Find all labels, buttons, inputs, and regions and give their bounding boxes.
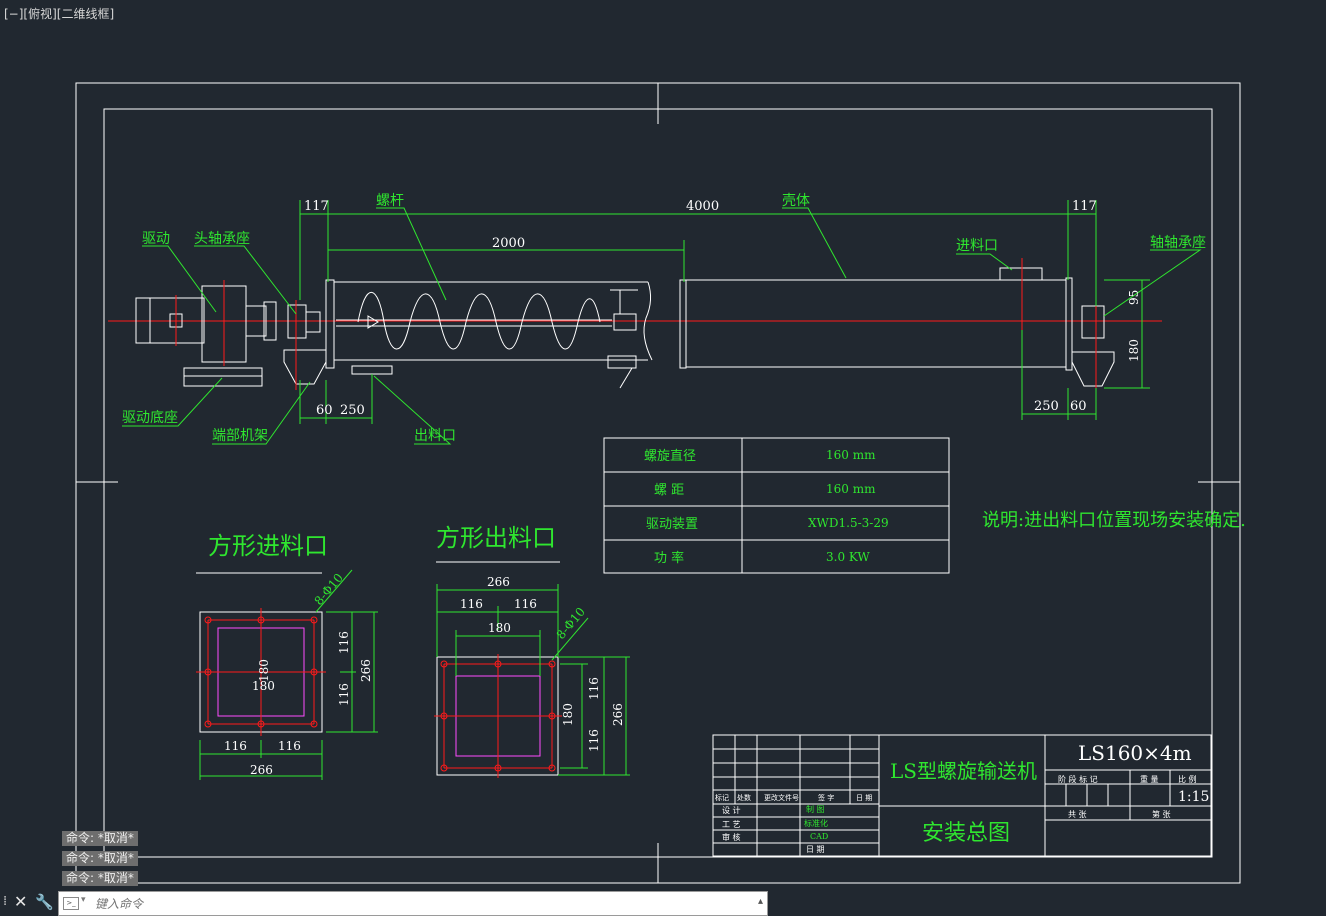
spec-label-3: 驱动装置 bbox=[646, 517, 698, 532]
drawing-canvas[interactable]: 117 4000 117 2000 60 250 250 60 95 180 螺… bbox=[0, 0, 1326, 888]
rev-header-date: 日 期 bbox=[856, 794, 872, 802]
scale-header-weight: 重 量 bbox=[1140, 774, 1159, 784]
inlet-dim-116a: 116 bbox=[224, 739, 247, 753]
inlet-dim-right-116a: 116 bbox=[337, 631, 351, 654]
square-inlet-detail: 方形进料口 8-Φ10 116 116 266 116 116 266 180 … bbox=[196, 532, 378, 780]
role-designer: 设 计 bbox=[722, 805, 741, 815]
rev-header-sign: 签 字 bbox=[818, 793, 834, 802]
callout-tail-bearing: 轴轴承座 bbox=[1150, 235, 1206, 251]
dim-250-left: 250 bbox=[340, 403, 365, 418]
dim-180: 180 bbox=[1127, 339, 1141, 362]
inlet-hole-note: 8-Φ10 bbox=[312, 571, 346, 608]
inlet-dim-right-266: 266 bbox=[359, 659, 373, 682]
command-input-box[interactable]: >_ ▾ ▴ bbox=[58, 891, 768, 916]
chevron-down-icon[interactable]: ▾ bbox=[81, 895, 86, 905]
inlet-dim-right-116b: 116 bbox=[337, 683, 351, 706]
inlet-flange bbox=[999, 258, 1043, 330]
spec-value-1: 160 mm bbox=[826, 448, 876, 462]
spec-label-4: 功 率 bbox=[654, 550, 684, 566]
conveyor-shell bbox=[325, 277, 1073, 371]
title-block: LS型螺旋输送机 安装总图 LS160×4m 1:15 阶 段 标 记 重 量 … bbox=[712, 734, 1212, 857]
sign-cad: CAD bbox=[810, 832, 828, 841]
outlet-dim-right-266: 266 bbox=[611, 703, 625, 726]
outlet-dim-right-116a: 116 bbox=[587, 677, 601, 700]
command-history-line-2: 命令: *取消* bbox=[62, 851, 138, 866]
sign-standard: 标准化 bbox=[804, 818, 828, 828]
spec-label-1: 螺旋直径 bbox=[644, 449, 696, 464]
scale-header-scale: 比 例 bbox=[1178, 774, 1197, 784]
outlet-dim-116a: 116 bbox=[460, 597, 483, 611]
rev-header-mark: 标记 bbox=[715, 793, 729, 802]
outlet-dim-right-116b: 116 bbox=[587, 729, 601, 752]
callout-drive-base: 驱动底座 bbox=[122, 410, 178, 426]
outlet-dim-180v: 180 bbox=[561, 703, 575, 726]
title-block-scale: 1:15 bbox=[1178, 789, 1209, 805]
spec-value-4: 3.0 KW bbox=[826, 550, 870, 564]
installation-note: 说明:进出料口位置现场安装确定. bbox=[982, 510, 1246, 531]
dim-60-left: 60 bbox=[316, 403, 333, 418]
callout-drive: 驱动 bbox=[142, 231, 170, 247]
spec-label-2: 螺 距 bbox=[654, 483, 684, 498]
sheet-total: 共 张 bbox=[1068, 810, 1087, 819]
callout-end-frame: 端部机架 bbox=[212, 428, 268, 444]
title-block-model: LS160×4m bbox=[1078, 741, 1192, 765]
scale-header-stage: 阶 段 标 记 bbox=[1058, 774, 1098, 784]
dim-95: 95 bbox=[1127, 290, 1141, 305]
rev-header-doc: 更改文件号 bbox=[764, 793, 799, 802]
dim-4000: 4000 bbox=[686, 199, 719, 214]
spec-value-2: 160 mm bbox=[826, 482, 876, 496]
dim-117-left: 117 bbox=[304, 199, 329, 214]
command-line-bar: ⁞ ✕ 🔧 >_ ▾ ▴ bbox=[0, 889, 1326, 916]
command-prompt-icon[interactable]: >_ bbox=[63, 897, 79, 910]
dim-60-right: 60 bbox=[1070, 399, 1087, 414]
inlet-dim-116b: 116 bbox=[278, 739, 301, 753]
square-inlet-title: 方形进料口 bbox=[208, 532, 328, 560]
role-reviewer: 审 核 bbox=[722, 832, 741, 842]
screw-flights bbox=[336, 289, 638, 389]
wrench-icon[interactable]: 🔧 bbox=[35, 893, 54, 911]
close-icon[interactable]: ✕ bbox=[14, 893, 27, 911]
square-outlet-detail: 方形出料口 8-Φ10 266 116 116 180 116 116 266 … bbox=[434, 524, 630, 778]
drive-base-frame bbox=[183, 367, 263, 387]
outlet-dim-116b: 116 bbox=[514, 597, 537, 611]
title-block-drawing-title: 安装总图 bbox=[922, 821, 1010, 846]
outlet-flange bbox=[351, 365, 393, 375]
dimension-texts: 117 4000 117 2000 60 250 250 60 95 180 bbox=[304, 199, 1141, 418]
drive-reducer bbox=[201, 280, 277, 366]
dim-2000: 2000 bbox=[492, 236, 525, 251]
command-history-line-3: 命令: *取消* bbox=[62, 871, 138, 886]
inlet-dim-266: 266 bbox=[250, 763, 273, 777]
head-bearing-seat bbox=[283, 300, 327, 390]
callout-screw: 螺杆 bbox=[376, 193, 404, 209]
tail-bearing-seat bbox=[1071, 296, 1115, 392]
sheet-number: 第 张 bbox=[1152, 809, 1171, 819]
inlet-dim-180h: 180 bbox=[252, 679, 275, 693]
rev-header-count: 处数 bbox=[737, 793, 751, 802]
drag-handle-icon[interactable]: ⁞ bbox=[3, 894, 9, 910]
callout-shell: 壳体 bbox=[782, 192, 810, 209]
outlet-dim-180: 180 bbox=[488, 621, 511, 635]
dim-117-right: 117 bbox=[1072, 199, 1097, 214]
dim-250-right: 250 bbox=[1034, 399, 1059, 414]
spec-table: 螺旋直径 160 mm 螺 距 160 mm 驱动装置 XWD1.5-3-29 … bbox=[603, 437, 950, 574]
square-outlet-title: 方形出料口 bbox=[436, 524, 556, 552]
callout-head-bearing: 头轴承座 bbox=[194, 231, 250, 247]
sign-drafter: 制 图 bbox=[806, 804, 825, 814]
callout-inlet: 进料口 bbox=[956, 238, 998, 254]
outlet-dim-266-top: 266 bbox=[487, 575, 510, 589]
command-input[interactable] bbox=[93, 893, 737, 915]
command-history-line-1: 命令: *取消* bbox=[62, 831, 138, 846]
chevron-up-icon[interactable]: ▴ bbox=[758, 896, 763, 907]
spec-value-3: XWD1.5-3-29 bbox=[808, 516, 889, 530]
callout-outlet: 出料口 bbox=[414, 428, 456, 444]
sign-date: 日 期 bbox=[806, 845, 825, 854]
title-block-name: LS型螺旋输送机 bbox=[890, 759, 1037, 783]
role-process: 工 艺 bbox=[722, 820, 741, 829]
